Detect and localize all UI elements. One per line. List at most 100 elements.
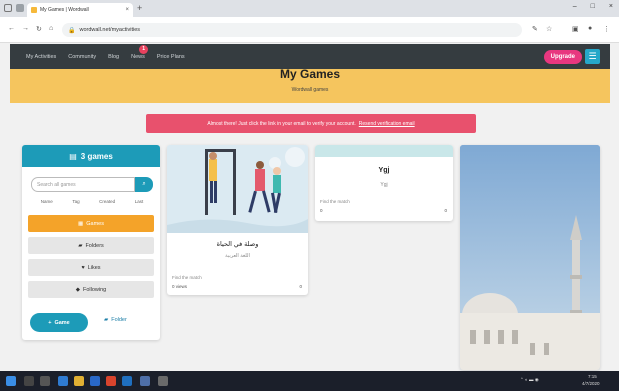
browser-tab[interactable]: My Games | Wordwall × bbox=[27, 3, 133, 17]
edge-icon[interactable] bbox=[90, 376, 100, 386]
chrome-icon[interactable] bbox=[106, 376, 116, 386]
nav-blog[interactable]: Blog bbox=[108, 54, 119, 60]
clock-date[interactable]: 4/7/2020 bbox=[582, 381, 600, 386]
app-icon[interactable] bbox=[140, 376, 150, 386]
sidebar-item-folders[interactable]: ▰ Folders bbox=[28, 237, 154, 254]
game-template: Find the match bbox=[320, 199, 350, 204]
resend-verification-link[interactable]: Resend verification email bbox=[359, 121, 415, 127]
game-subtitle: اللغة العربية bbox=[225, 253, 250, 259]
games-sidebar: ▤ 3 games Search all games ⌕ Name Tag Cr… bbox=[22, 145, 160, 340]
menu-icon[interactable]: ☰ bbox=[585, 49, 600, 64]
sidebar-item-label: Likes bbox=[87, 264, 101, 271]
verify-alert: Almost there! Just click the link in you… bbox=[146, 114, 476, 133]
url-input[interactable]: 🔒 wordwall.net/myactivities bbox=[62, 23, 522, 37]
url-text: wordwall.net/myactivities bbox=[79, 27, 141, 33]
news-badge: 1 bbox=[139, 44, 149, 54]
browser-menu-icon[interactable]: ⋮ bbox=[603, 25, 610, 33]
game-title: وصلة في الحياة bbox=[216, 241, 259, 248]
site-navbar: My Activities Community Blog News 1 Pric… bbox=[10, 44, 610, 69]
nav-news[interactable]: News 1 bbox=[131, 44, 149, 60]
search-icon[interactable] bbox=[24, 376, 34, 386]
new-tab-button[interactable]: + bbox=[137, 3, 142, 13]
minimize-button[interactable]: – bbox=[573, 3, 577, 10]
nav-news-label: News bbox=[131, 53, 145, 60]
task-view-icon[interactable] bbox=[40, 376, 50, 386]
game-subtitle: Ygj bbox=[380, 182, 388, 188]
heart-icon: ♥ bbox=[81, 264, 85, 271]
mosque-image bbox=[460, 145, 600, 370]
pinned-tab-icon[interactable] bbox=[4, 4, 12, 12]
folder-icon: ▰ bbox=[78, 242, 83, 249]
nav-links: My Activities Community Blog News 1 Pric… bbox=[26, 44, 185, 60]
sidebar-header: ▤ 3 games bbox=[22, 145, 160, 167]
game-likes: 0 bbox=[444, 208, 447, 213]
games-count: 3 games bbox=[80, 151, 113, 161]
new-folder-button[interactable]: ▰ Folder bbox=[104, 317, 127, 323]
translate-icon[interactable]: ✎ bbox=[532, 25, 538, 33]
new-game-button[interactable]: + Game bbox=[30, 313, 88, 332]
sort-created[interactable]: Created bbox=[99, 199, 115, 204]
search-icon[interactable]: ⌕ bbox=[135, 177, 153, 192]
app-icon[interactable] bbox=[122, 376, 132, 386]
tab-title: My Games | Wordwall bbox=[40, 7, 89, 13]
game-card[interactable]: Ygj Ygj Find the match 0 0 bbox=[315, 145, 453, 221]
extensions-icon[interactable]: ▣ bbox=[572, 25, 579, 33]
explorer-icon[interactable] bbox=[58, 376, 68, 386]
new-game-label: Game bbox=[54, 319, 70, 326]
sort-name[interactable]: Name bbox=[41, 199, 53, 204]
app-icon[interactable] bbox=[158, 376, 168, 386]
sort-tag[interactable]: Tag bbox=[72, 199, 79, 204]
sidebar-item-label: Games bbox=[86, 220, 104, 227]
sidebar-item-games[interactable]: ▦ Games bbox=[28, 215, 154, 232]
game-likes: 0 bbox=[299, 284, 302, 289]
sidebar-item-likes[interactable]: ♥ Likes bbox=[28, 259, 154, 276]
game-card-image[interactable] bbox=[460, 145, 600, 370]
tab-close-icon[interactable]: × bbox=[125, 7, 129, 13]
search-box: Search all games ⌕ bbox=[31, 177, 153, 192]
sort-filters: Name Tag Created Last bbox=[31, 199, 153, 204]
folder-icon[interactable] bbox=[74, 376, 84, 386]
reload-icon[interactable]: ↻ bbox=[36, 25, 42, 33]
forward-icon[interactable]: → bbox=[22, 25, 29, 32]
page-title: My Games bbox=[279, 67, 341, 81]
windows-start-icon[interactable] bbox=[6, 376, 16, 386]
card-header-strip bbox=[315, 145, 453, 157]
games-icon: ▦ bbox=[78, 220, 84, 227]
bookmark-icon[interactable]: ☆ bbox=[546, 25, 552, 33]
nav-price-plans[interactable]: Price Plans bbox=[157, 54, 185, 60]
windows-taskbar: 7:15 4/7/2020 ⌃ ◐ ▬ ◉ bbox=[0, 371, 619, 391]
page-header: My Games Wordwall games bbox=[10, 67, 610, 103]
nav-community[interactable]: Community bbox=[68, 54, 96, 60]
plus-icon: + bbox=[48, 319, 52, 326]
close-window-button[interactable]: × bbox=[609, 3, 613, 10]
sort-last[interactable]: Last bbox=[135, 199, 144, 204]
nav-my-activities[interactable]: My Activities bbox=[26, 54, 56, 60]
sidebar-item-label: Following bbox=[83, 286, 107, 293]
maximize-button[interactable]: □ bbox=[591, 3, 595, 10]
alert-text: Almost there! Just click the link in you… bbox=[207, 120, 356, 127]
new-folder-label: Folder bbox=[111, 317, 127, 323]
search-input[interactable]: Search all games bbox=[31, 177, 135, 192]
document-icon: ▤ bbox=[69, 151, 77, 161]
window-controls: – □ × bbox=[573, 3, 613, 10]
folder-icon: ▰ bbox=[104, 317, 109, 323]
game-card[interactable]: وصلة في الحياة اللغة العربية Find the ma… bbox=[167, 145, 308, 295]
upgrade-button[interactable]: Upgrade bbox=[543, 50, 582, 64]
profile-icon[interactable]: ● bbox=[588, 25, 592, 32]
back-icon[interactable]: ← bbox=[8, 25, 15, 32]
game-title: Ygj bbox=[378, 167, 390, 174]
game-views: 0 views bbox=[172, 284, 188, 289]
browser-tab-bar: My Games | Wordwall × + – □ × bbox=[0, 0, 619, 17]
system-tray-icons[interactable]: ⌃ ◐ ▬ ◉ bbox=[520, 377, 539, 383]
home-icon[interactable]: ⌂ bbox=[49, 25, 53, 32]
game-thumbnail bbox=[167, 145, 308, 233]
favicon-icon bbox=[31, 7, 37, 13]
page-subtitle: Wordwall games bbox=[291, 87, 329, 93]
address-bar-row: ← → ↻ ⌂ 🔒 wordwall.net/myactivities ✎ ☆ … bbox=[0, 17, 619, 43]
lock-icon: 🔒 bbox=[68, 27, 76, 34]
sidebar-item-following[interactable]: ◆ Following bbox=[28, 281, 154, 298]
sidebar-item-label: Folders bbox=[85, 242, 104, 249]
pinned-tab-icon[interactable] bbox=[16, 4, 24, 12]
clock-time[interactable]: 7:15 bbox=[588, 374, 597, 379]
following-icon: ◆ bbox=[75, 286, 80, 293]
